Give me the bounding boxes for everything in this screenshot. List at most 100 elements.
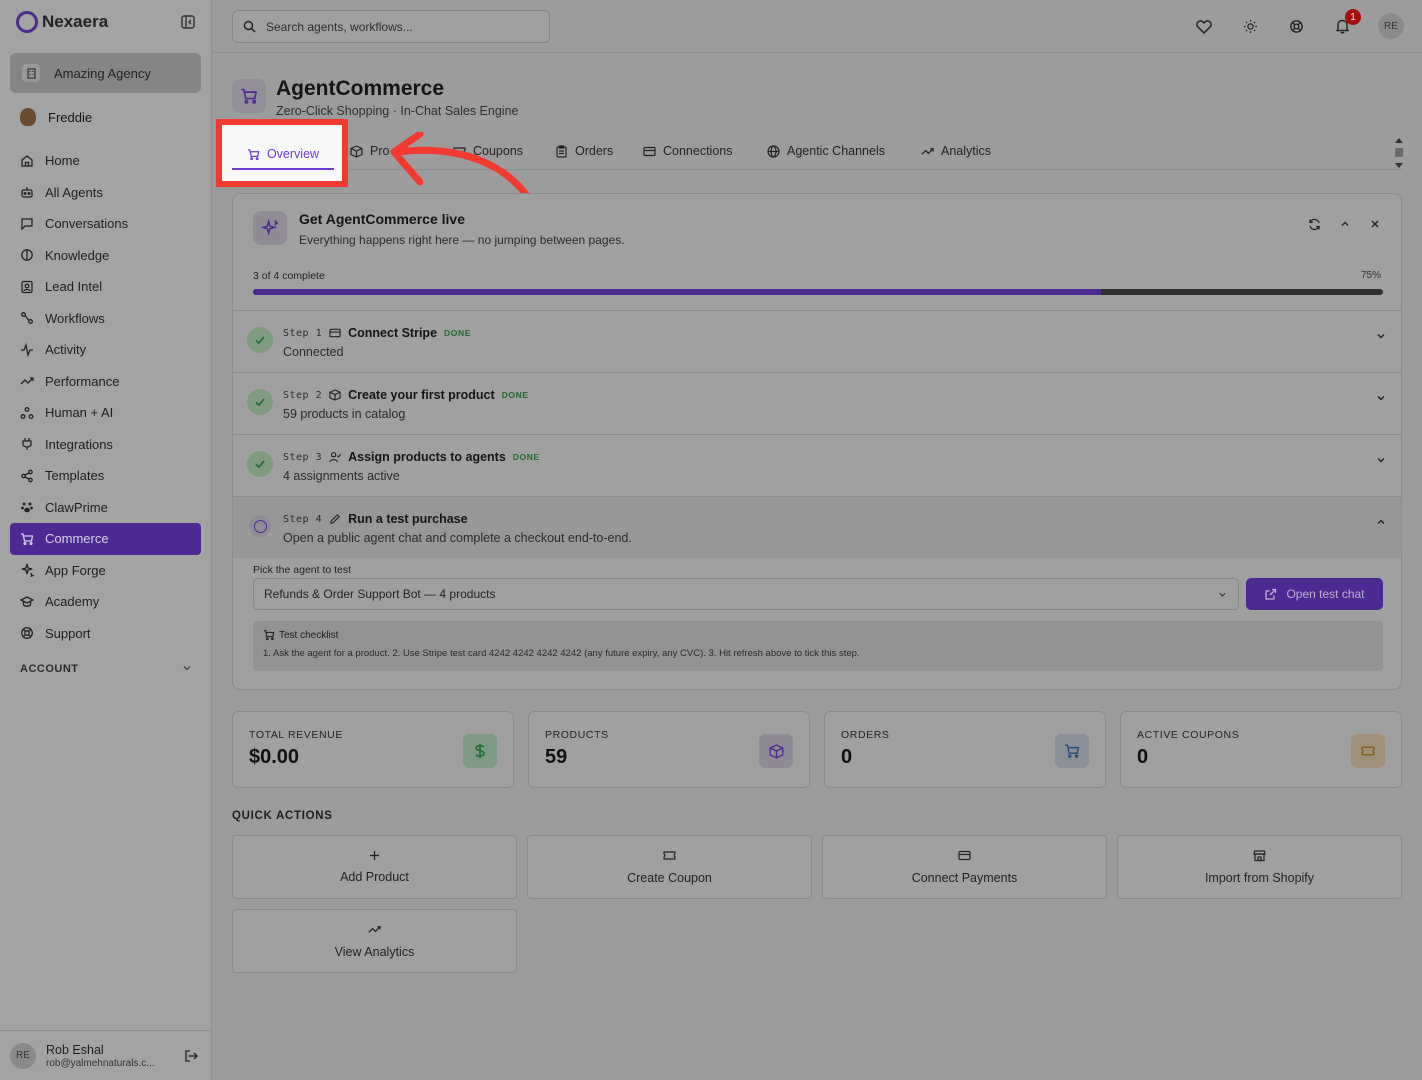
tab-analytics[interactable]: Analytics: [921, 144, 991, 158]
org-switcher[interactable]: Amazing Agency: [10, 53, 201, 93]
user-avatar-menu[interactable]: RE: [1378, 13, 1404, 39]
sidebar-item-templates[interactable]: Templates: [10, 460, 201, 492]
contact-icon: [21, 280, 33, 293]
step-number: Step 1: [283, 327, 323, 339]
open-test-chat-button[interactable]: Open test chat: [1246, 578, 1383, 610]
brand-logo[interactable]: Nexaera: [16, 11, 108, 33]
stat-card-orders: ORDERS 0: [824, 711, 1106, 788]
tab-agentic-channels[interactable]: Agentic Channels: [767, 144, 885, 158]
tab-connections[interactable]: Connections: [643, 144, 733, 158]
sidebar-item-human-ai[interactable]: Human + AI: [10, 397, 201, 429]
sidebar-item-knowledge[interactable]: Knowledge: [10, 240, 201, 272]
setup-step-2[interactable]: Step 2 Create your first product DONE 59…: [233, 372, 1401, 434]
setup-step-4[interactable]: Step 4 Run a test purchase Open a public…: [233, 496, 1401, 558]
dollar-icon: [463, 734, 497, 768]
search-placeholder: Search agents, workflows...: [266, 19, 413, 34]
setup-step-1[interactable]: Step 1 Connect Stripe DONE Connected: [233, 310, 1401, 372]
pending-circle-icon: [249, 515, 271, 537]
close-icon[interactable]: [1369, 218, 1381, 231]
sidebar-item-clawprime[interactable]: ClawPrime: [10, 492, 201, 524]
step-status-badge: DONE: [444, 328, 471, 338]
sidebar-item-commerce[interactable]: Commerce: [10, 523, 201, 555]
cart-icon: [232, 79, 266, 113]
ticket-icon: [1351, 734, 1385, 768]
theme-sun-icon[interactable]: [1240, 16, 1260, 36]
sidebar-item-integrations[interactable]: Integrations: [10, 429, 201, 461]
step-status-badge: DONE: [512, 452, 540, 462]
sidebar-item-lead-intel[interactable]: Lead Intel: [10, 271, 201, 303]
tab-orders[interactable]: Orders: [555, 144, 613, 158]
sidebar-item-performance[interactable]: Performance: [10, 366, 201, 398]
home-icon: [21, 154, 33, 167]
import-from-shopify-button[interactable]: Import from Shopify: [1117, 835, 1402, 899]
sidebar-item-academy[interactable]: Academy: [10, 586, 201, 618]
chevron-down-icon[interactable]: [1375, 454, 1387, 466]
search-icon: [243, 20, 256, 33]
create-coupon-button[interactable]: Create Coupon: [527, 835, 812, 899]
profile-name: Rob Eshal: [46, 1042, 104, 1057]
building-icon: [22, 64, 40, 82]
agent-select-label: Pick the agent to test: [253, 564, 352, 576]
collapse-sidebar-icon[interactable]: [181, 15, 195, 29]
share-icon: [21, 469, 33, 483]
tab-scroll-control[interactable]: [1394, 138, 1404, 168]
activity-icon: [21, 342, 33, 357]
stat-label: ACTIVE COUPONS: [1137, 729, 1240, 741]
plug-icon: [22, 438, 32, 451]
sidebar-item-label: Conversations: [45, 216, 129, 232]
check-icon: [247, 389, 273, 415]
chevron-down-icon[interactable]: [1375, 392, 1387, 404]
box-icon: [350, 144, 363, 158]
chevron-down-icon: [183, 666, 191, 671]
message-icon: [21, 218, 33, 231]
quick-action-label: Connect Payments: [911, 871, 1018, 885]
sidebar-item-home[interactable]: Home: [10, 145, 201, 177]
current-user[interactable]: Freddie: [20, 108, 92, 126]
sidebar-item-all-agents[interactable]: All Agents: [10, 177, 201, 209]
step-number: Step 4: [283, 513, 323, 525]
chevron-up-icon[interactable]: [1375, 516, 1387, 528]
quick-action-label: View Analytics: [334, 945, 415, 959]
sidebar-item-label: Home: [45, 153, 80, 169]
workflow-icon: [21, 312, 33, 325]
plus-icon: [370, 851, 379, 860]
refresh-icon[interactable]: [1308, 218, 1321, 231]
sidebar-item-workflows[interactable]: Workflows: [10, 303, 201, 335]
test-checklist: Test checklist 1. Ask the agent for a pr…: [253, 621, 1383, 671]
step-title: Connect Stripe: [348, 326, 438, 340]
agent-select[interactable]: Refunds & Order Support Bot — 4 products: [253, 578, 1239, 610]
view-analytics-button[interactable]: View Analytics: [232, 909, 517, 973]
account-label: ACCOUNT: [20, 663, 79, 675]
cart-icon: [1055, 734, 1089, 768]
sidebar-item-label: Templates: [45, 468, 105, 484]
annotation-highlight-box: [216, 119, 348, 187]
logout-icon[interactable]: [184, 1049, 198, 1063]
user-name: Freddie: [48, 109, 93, 125]
store-icon: [1253, 850, 1266, 862]
step-description: Open a public agent chat and complete a …: [283, 531, 632, 545]
sidebar-item-label: Lead Intel: [45, 279, 103, 295]
sidebar-item-activity[interactable]: Activity: [10, 334, 201, 366]
quick-action-label: Create Coupon: [627, 871, 712, 885]
sidebar-item-label: Performance: [45, 373, 120, 389]
page-title: AgentCommerce: [276, 77, 445, 100]
sidebar-item-support[interactable]: Support: [10, 618, 201, 650]
clipboard-icon: [556, 144, 567, 158]
add-product-button[interactable]: Add Product: [232, 835, 517, 899]
progress-percent: 75%: [1360, 270, 1381, 281]
favorites-heart-icon[interactable]: [1194, 16, 1214, 36]
chevron-down-icon[interactable]: [1375, 330, 1387, 342]
sidebar-item-conversations[interactable]: Conversations: [10, 208, 201, 240]
help-lifebuoy-icon[interactable]: [1286, 16, 1306, 36]
notifications-bell-icon[interactable]: 1: [1332, 9, 1361, 36]
connect-payments-button[interactable]: Connect Payments: [822, 835, 1107, 899]
paw-icon: [21, 502, 33, 513]
account-section-toggle[interactable]: ACCOUNT: [20, 663, 192, 675]
sidebar-item-app-forge[interactable]: App Forge: [10, 555, 201, 587]
sparkles-icon: [21, 564, 34, 578]
search-input[interactable]: Search agents, workflows...: [232, 10, 550, 43]
setup-step-3[interactable]: Step 3 Assign products to agents DONE 4 …: [233, 434, 1401, 496]
sidebar-item-label: Integrations: [45, 436, 113, 452]
collapse-chevron-up-icon[interactable]: [1339, 218, 1351, 231]
profile-footer[interactable]: RE Rob Eshal rob@yalmehnaturals.c...: [0, 1030, 212, 1080]
